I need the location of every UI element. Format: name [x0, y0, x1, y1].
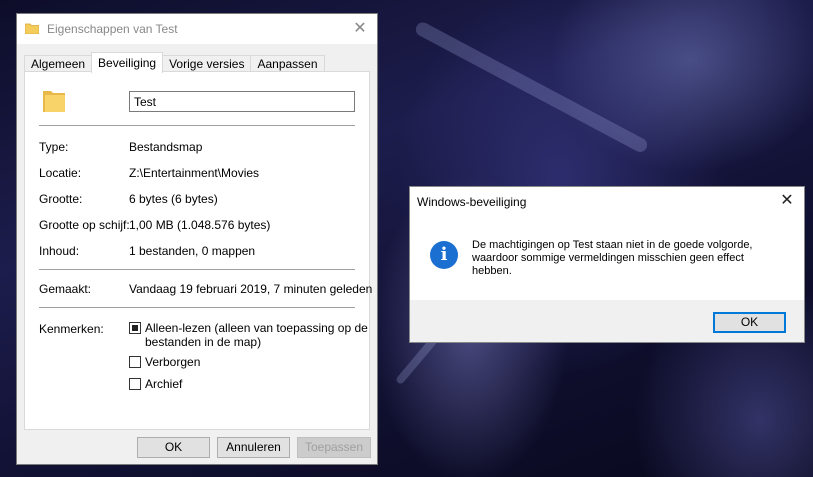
dialog-title: Windows-beveiliging	[417, 195, 527, 209]
type-label: Type:	[39, 140, 69, 154]
type-value: Bestandsmap	[129, 140, 203, 154]
close-icon[interactable]: ✕	[343, 14, 377, 44]
archive-label[interactable]: Archief	[145, 377, 182, 391]
folder-icon	[25, 23, 39, 34]
readonly-label[interactable]: Alleen-lezen (alleen van toepassing op d…	[145, 321, 368, 349]
location-label: Locatie:	[39, 166, 82, 180]
divider	[39, 307, 355, 308]
divider	[39, 269, 355, 270]
properties-title: Eigenschappen van Test	[47, 22, 178, 36]
general-panel: Type: Bestandsmap Locatie: Z:\Entertainm…	[24, 71, 373, 430]
dialog-message-line2: waardoor sommige vermeldingen misschien …	[472, 252, 744, 264]
readonly-label-line2: bestanden in de map)	[145, 335, 262, 349]
attributes-label: Kenmerken:	[39, 322, 104, 336]
info-icon: i	[430, 241, 458, 269]
divider	[39, 125, 355, 126]
dialog-message-line1: De machtigingen op Test staan niet in de…	[472, 239, 753, 251]
apply-button[interactable]: Toepassen	[297, 437, 371, 458]
security-dialog: Windows-beveiliging ✕ i De machtigingen …	[409, 186, 805, 343]
readonly-checkbox[interactable]	[129, 322, 141, 334]
size-label: Grootte:	[39, 192, 83, 206]
ok-button[interactable]: OK	[137, 437, 210, 458]
contents-value: 1 bestanden, 0 mappen	[129, 244, 256, 258]
location-value: Z:\Entertainment\Movies	[129, 166, 260, 180]
wallpaper-streak	[413, 20, 650, 155]
dialog-ok-button[interactable]: OK	[713, 312, 786, 333]
dialog-footer: OK	[410, 300, 804, 342]
hidden-checkbox[interactable]	[129, 356, 141, 368]
created-value: Vandaag 19 februari 2019, 7 minuten gele…	[129, 282, 373, 296]
folder-name-input[interactable]	[129, 91, 355, 112]
properties-titlebar[interactable]: Eigenschappen van Test ✕	[17, 14, 377, 44]
cancel-button[interactable]: Annuleren	[217, 437, 290, 458]
created-label: Gemaakt:	[39, 282, 92, 296]
size-value: 6 bytes (6 bytes)	[129, 192, 218, 206]
properties-window: Eigenschappen van Test ✕ Algemeen Beveil…	[16, 13, 378, 465]
disk-size-label: Grootte op schijf:	[39, 218, 130, 232]
hidden-label[interactable]: Verborgen	[145, 355, 200, 369]
readonly-label-line1: Alleen-lezen (alleen van toepassing op d…	[145, 321, 368, 335]
dialog-message-line3: hebben.	[472, 265, 512, 277]
disk-size-value: 1,00 MB (1.048.576 bytes)	[129, 218, 271, 232]
contents-label: Inhoud:	[39, 244, 80, 258]
close-icon[interactable]: ✕	[770, 187, 804, 217]
archive-checkbox[interactable]	[129, 378, 141, 390]
folder-icon	[43, 91, 65, 112]
tab-bar: Algemeen Beveiliging Vorige versies Aanp…	[24, 52, 325, 73]
tab-security[interactable]: Beveiliging	[91, 52, 164, 73]
dialog-message: De machtigingen op Test staan niet in de…	[472, 239, 782, 278]
